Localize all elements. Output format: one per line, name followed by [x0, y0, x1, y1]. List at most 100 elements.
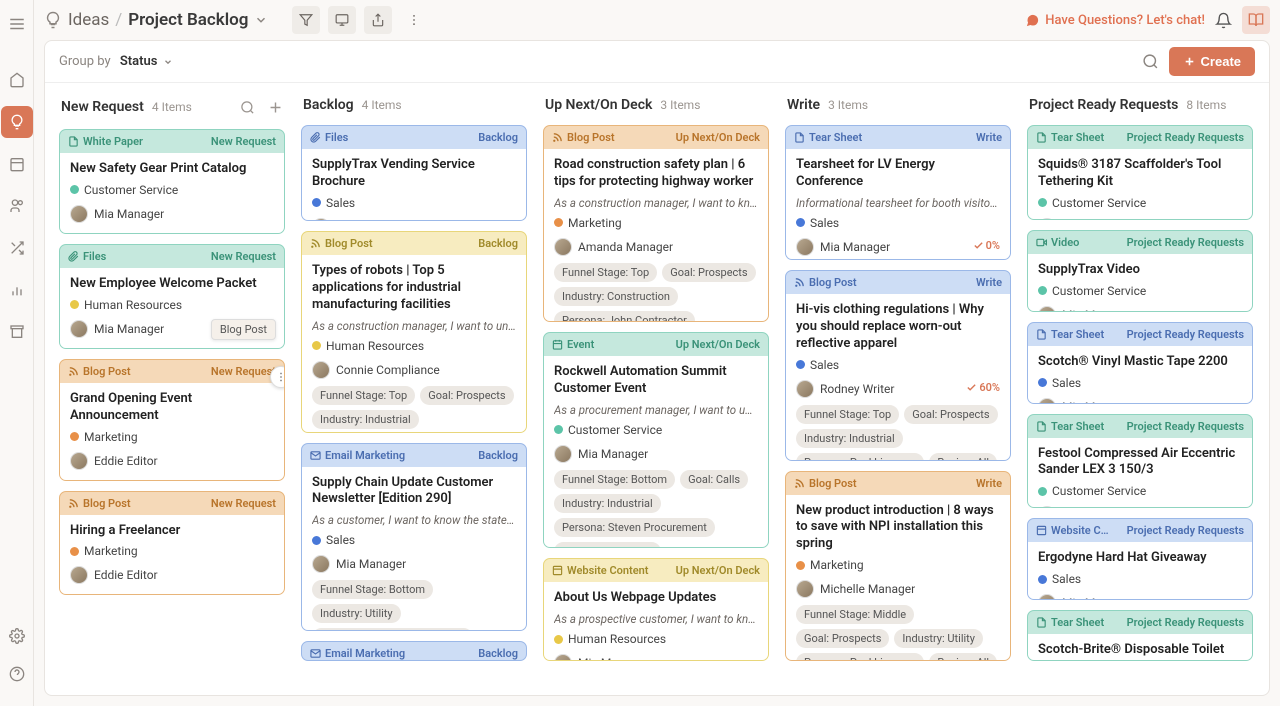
book-icon[interactable]: [1242, 6, 1270, 34]
column-count: 3 Items: [660, 98, 700, 112]
card-header: Website C… Project Ready Requests: [1028, 519, 1252, 542]
breadcrumb-root[interactable]: Ideas: [68, 10, 109, 30]
card-body: Hiring a FreelancerMarketingEddie Editor: [60, 515, 284, 595]
card[interactable]: Blog Post BacklogTypes of robots | Top 5…: [301, 231, 527, 433]
card-more-icon[interactable]: [270, 366, 285, 388]
card-status: New Request: [211, 497, 276, 510]
card[interactable]: Tear Sheet WriteTearsheet for LV Energy …: [785, 125, 1011, 260]
ideas-icon[interactable]: [1, 106, 33, 138]
analytics-icon[interactable]: [1, 274, 33, 306]
pill: Goal: Prospects: [904, 405, 997, 424]
card-title: New Safety Gear Print Catalog: [70, 161, 274, 178]
card[interactable]: Event Up Next/On DeckRockwell Automation…: [543, 332, 769, 548]
clip-icon: [310, 132, 321, 143]
avatar: [554, 238, 572, 256]
card[interactable]: Email Marketing Backlog: [301, 641, 527, 661]
avatar: [1038, 594, 1056, 600]
rss-icon: [310, 238, 321, 249]
card-user: Rodney Writer: [796, 380, 894, 398]
board-column: Backlog 4 Items Files BacklogSupplyTrax …: [301, 97, 529, 681]
card[interactable]: Tear Sheet Project Ready RequestsScotch-…: [1027, 610, 1253, 661]
card-header: Blog Post Write: [786, 472, 1010, 495]
card-status: Backlog: [478, 647, 518, 660]
card[interactable]: Email Marketing BacklogSupply Chain Upda…: [301, 443, 527, 631]
card-type: Blog Post: [809, 276, 857, 289]
card[interactable]: Blog Post New RequestGrand Opening Event…: [59, 359, 285, 481]
groupby[interactable]: Group by Status: [59, 54, 173, 69]
card[interactable]: Website Content Up Next/On DeckAbout Us …: [543, 558, 769, 661]
card[interactable]: Blog Post WriteNew product introduction …: [785, 471, 1011, 661]
card-header: Tear Sheet Project Ready Requests: [1028, 126, 1252, 149]
help-icon[interactable]: [1, 658, 33, 690]
card[interactable]: Tear Sheet Project Ready RequestsFestool…: [1027, 414, 1253, 509]
pill: Funnel Stage: Bottom: [554, 470, 675, 489]
pill: Goal: Prospects: [420, 386, 513, 405]
card-status: Project Ready Requests: [1127, 616, 1244, 629]
cal-icon: [552, 339, 563, 350]
card-type: Blog Post: [83, 497, 131, 510]
file-icon: [1036, 329, 1047, 340]
card-type: Files: [325, 131, 348, 144]
rss-icon: [794, 478, 805, 489]
card[interactable]: Files New RequestNew Employee Welcome Pa…: [59, 244, 285, 349]
search-icon[interactable]: [1142, 53, 1159, 70]
card[interactable]: Blog Post WriteHi-vis clothing regulatio…: [785, 270, 1011, 460]
shuffle-icon[interactable]: [1, 232, 33, 264]
file-icon: [794, 132, 805, 143]
search-icon[interactable]: [237, 97, 257, 117]
chevron-down-icon[interactable]: [254, 13, 268, 27]
column-count: 8 Items: [1186, 98, 1226, 112]
card-body: Scotch® Vinyl Mastic Tape 2200SalesMia M…: [1028, 346, 1252, 404]
card-user: Mia Manager: [70, 320, 164, 338]
card-tag: Marketing: [70, 430, 274, 444]
board-column: Up Next/On Deck 3 Items Blog Post Up Nex…: [543, 97, 771, 681]
card[interactable]: Blog Post New Request Hiring a Freelancer…: [59, 491, 285, 596]
add-icon[interactable]: [265, 97, 285, 117]
board-column: Write 3 Items Tear Sheet WriteTearsheet …: [785, 97, 1013, 681]
mail-icon: [310, 648, 321, 659]
settings-icon[interactable]: [1, 620, 33, 652]
home-icon[interactable]: [1, 64, 33, 96]
card-tag: Sales: [796, 216, 1000, 230]
card-body: Festool Compressed Air Eccentric Sander …: [1028, 438, 1252, 509]
card-status: Write: [976, 477, 1002, 490]
bell-icon[interactable]: [1215, 12, 1232, 29]
card-title: About Us Webpage Updates: [554, 590, 758, 607]
menu-icon[interactable]: [1, 8, 33, 40]
filter-icon[interactable]: [292, 6, 320, 34]
team-icon[interactable]: [1, 190, 33, 222]
card-title: Scotch® Vinyl Mastic Tape 2200: [1038, 354, 1242, 371]
card-user: Michelle Manager: [796, 580, 915, 598]
chat-link[interactable]: Have Questions? Let's chat!: [1025, 13, 1205, 28]
card[interactable]: Tear Sheet Project Ready RequestsScotch®…: [1027, 322, 1253, 404]
card[interactable]: White Paper New RequestNew Safety Gear P…: [59, 129, 285, 234]
calendar-icon[interactable]: [1, 148, 33, 180]
pill: Industry: Construction: [554, 287, 678, 306]
card[interactable]: Blog Post Up Next/On DeckRoad constructi…: [543, 125, 769, 322]
card[interactable]: Video Project Ready RequestsSupplyTrax V…: [1027, 230, 1253, 312]
card-status: Backlog: [478, 449, 518, 462]
card-title: Rockwell Automation Summit Customer Even…: [554, 364, 758, 398]
card-tag: Customer Service: [70, 183, 274, 197]
card-tag: Sales: [1038, 572, 1242, 586]
breadcrumb-page[interactable]: Project Backlog: [128, 10, 248, 30]
card-body: Squids® 3187 Scaffolder's Tool Tethering…: [1028, 149, 1252, 220]
archive-icon[interactable]: [1, 316, 33, 348]
card-tag: Marketing: [554, 216, 758, 230]
pill: Persona: Steven Procurement: [554, 518, 715, 537]
create-button[interactable]: Create: [1169, 47, 1255, 76]
card-header: Email Marketing Backlog: [302, 444, 526, 467]
share-icon[interactable]: [364, 6, 392, 34]
card-status: Backlog: [478, 237, 518, 250]
pill: Region: All: [929, 453, 997, 461]
pill: Industry: Industrial: [554, 494, 661, 513]
doc-icon: [552, 565, 563, 576]
avatar: [796, 238, 814, 256]
card[interactable]: Files BacklogSupplyTrax Vending Service …: [301, 125, 527, 221]
avatar: [1038, 506, 1056, 508]
card[interactable]: Website C… Project Ready RequestsErgodyn…: [1027, 518, 1253, 600]
card-pills: Funnel Stage: BottomIndustry: UtilityPer…: [312, 580, 516, 631]
more-icon[interactable]: [400, 6, 428, 34]
card[interactable]: Tear Sheet Project Ready RequestsSquids®…: [1027, 125, 1253, 220]
display-icon[interactable]: [328, 6, 356, 34]
